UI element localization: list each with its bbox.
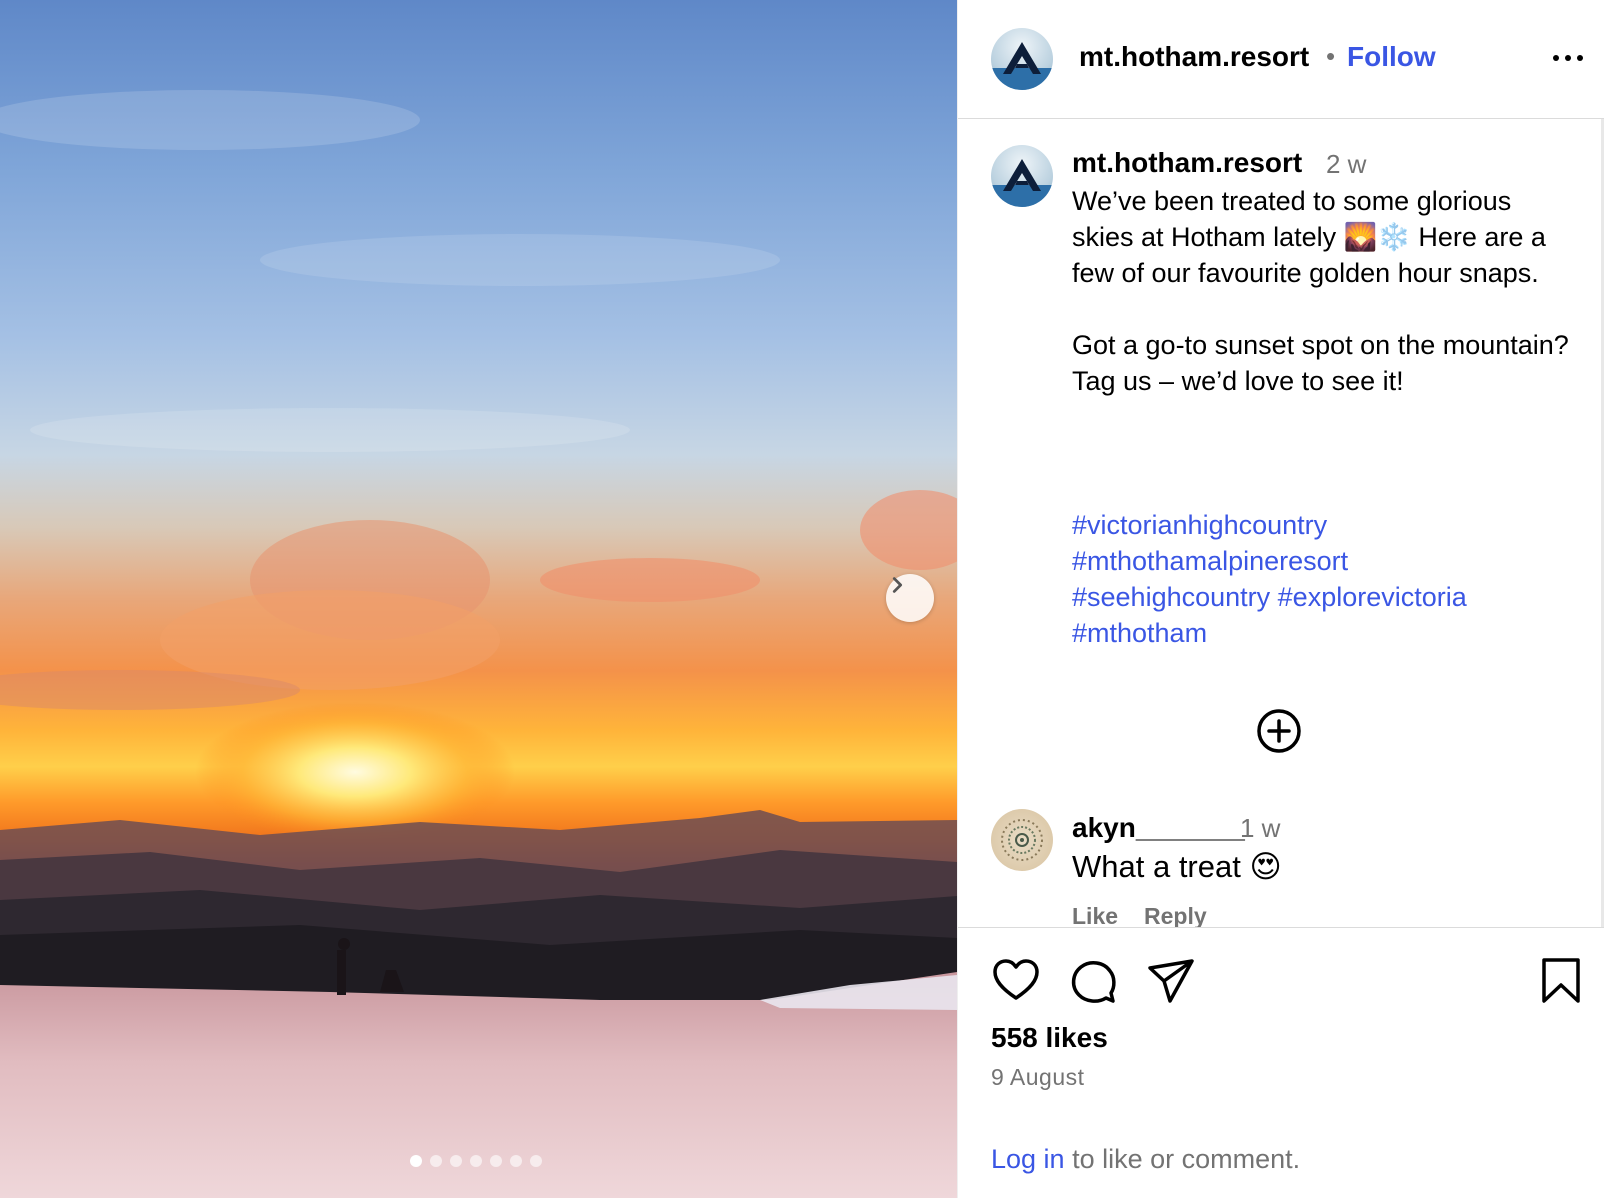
- caption-text: We’ve been treated to some glorious skie…: [1072, 186, 1569, 396]
- comment-reply-button[interactable]: Reply: [1144, 903, 1207, 927]
- load-more-comments-icon[interactable]: [1255, 707, 1303, 755]
- mt-hotham-logo-icon: [991, 42, 1053, 90]
- carousel-indicator: [410, 1155, 542, 1167]
- mandala-avatar-icon: [1001, 819, 1043, 861]
- carousel-dot: [430, 1155, 442, 1167]
- caption-username[interactable]: mt.hotham.resort: [1072, 147, 1302, 179]
- profile-avatar[interactable]: [991, 28, 1053, 90]
- header-username[interactable]: mt.hotham.resort: [1079, 41, 1309, 73]
- comments-scroll-area[interactable]: mt.hotham.resort 2 w We’ve been treated …: [958, 119, 1604, 927]
- hashtag-link[interactable]: #seehighcountry: [1072, 582, 1270, 612]
- more-options-icon[interactable]: [1548, 46, 1588, 70]
- post-header: mt.hotham.resort • Follow: [958, 0, 1604, 119]
- comment-like-button[interactable]: Like: [1072, 903, 1118, 927]
- post-side-panel: mt.hotham.resort • Follow mt.hotham.reso…: [957, 0, 1604, 1198]
- separator-dot: •: [1326, 41, 1336, 71]
- sunset-scene: [0, 90, 957, 1198]
- hashtag-link[interactable]: #victorianhighcountry: [1072, 510, 1327, 540]
- hashtag-link[interactable]: #mthothamalpineresort: [1072, 546, 1348, 576]
- next-slide-button[interactable]: [886, 574, 934, 622]
- share-icon[interactable]: [1146, 956, 1196, 1006]
- heart-icon[interactable]: [991, 956, 1041, 1006]
- carousel-dot: [490, 1155, 502, 1167]
- comment-text: What a treat 😍: [1072, 849, 1282, 884]
- carousel-dot: [410, 1155, 422, 1167]
- likes-count[interactable]: 558 likes: [991, 1022, 1108, 1054]
- hashtag-list: #victorianhighcountry #mthothamalpineres…: [1072, 507, 1572, 651]
- post-image[interactable]: [0, 0, 957, 1198]
- login-prompt: Log in to like or comment.: [991, 1144, 1300, 1175]
- caption-timestamp[interactable]: 2 w: [1326, 149, 1366, 180]
- chevron-right-icon: [892, 577, 903, 593]
- commenter-avatar[interactable]: [991, 809, 1053, 871]
- login-link[interactable]: Log in: [991, 1144, 1065, 1174]
- follow-button[interactable]: Follow: [1347, 41, 1436, 73]
- post-date[interactable]: 9 August: [991, 1064, 1085, 1091]
- carousel-dot: [510, 1155, 522, 1167]
- hashtag-link[interactable]: #mthotham: [1072, 618, 1207, 648]
- comment-icon[interactable]: [1068, 956, 1118, 1006]
- caption-avatar[interactable]: [991, 145, 1053, 207]
- post-actions: 558 likes 9 August Log in to like or com…: [958, 927, 1604, 1199]
- login-prompt-text: to like or comment.: [1064, 1144, 1301, 1174]
- comment-timestamp[interactable]: 1 w: [1240, 813, 1280, 844]
- mt-hotham-logo-icon: [991, 159, 1053, 207]
- commenter-username[interactable]: akyn_______: [1072, 812, 1245, 844]
- carousel-dot: [450, 1155, 462, 1167]
- carousel-dot: [530, 1155, 542, 1167]
- bookmark-icon[interactable]: [1536, 956, 1586, 1006]
- hashtag-link[interactable]: #explorevictoria: [1278, 582, 1467, 612]
- carousel-dot: [470, 1155, 482, 1167]
